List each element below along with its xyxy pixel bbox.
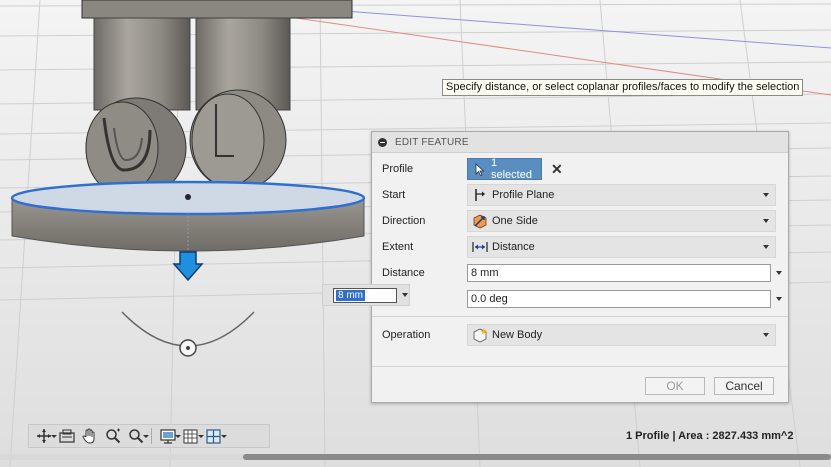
collapse-icon[interactable] — [378, 137, 387, 147]
one-side-icon — [472, 213, 488, 229]
dialog-title: EDIT FEATURE — [395, 136, 469, 148]
top-body — [81, 0, 353, 19]
tooltip: Specify distance, or select coplanar pro… — [442, 79, 804, 96]
distance-label: Distance — [382, 267, 425, 279]
zoom-icon[interactable] — [101, 426, 124, 446]
navigation-toolbar — [28, 424, 270, 448]
display-settings-icon[interactable] — [156, 426, 181, 446]
distance-input[interactable]: 8 mm — [467, 264, 771, 282]
start-value: Profile Plane — [492, 189, 555, 201]
pan-hand-icon[interactable] — [78, 426, 101, 446]
angle-input[interactable]: 0.0 deg — [467, 290, 771, 308]
direction-row: Direction One Side — [382, 210, 776, 232]
profile-label: Profile — [382, 163, 414, 175]
extent-row: Extent Distance — [382, 236, 776, 258]
profile-selection-text: 1 selected — [490, 157, 532, 181]
operation-dropdown[interactable]: New Body — [467, 324, 776, 346]
chevron-down-icon — [763, 193, 769, 197]
profile-row: Profile 1 selected ✕ — [382, 157, 776, 181]
chevron-down-icon — [763, 245, 769, 249]
new-body-icon — [472, 327, 488, 343]
start-dropdown[interactable]: Profile Plane — [467, 184, 776, 206]
ok-button[interactable]: OK — [645, 377, 705, 395]
operation-label: Operation — [382, 329, 431, 341]
viewports-icon[interactable] — [202, 426, 227, 446]
cursor-arrow-icon — [472, 162, 488, 176]
start-label: Start — [382, 189, 406, 201]
angle-handle-icon[interactable] — [179, 339, 197, 357]
edit-feature-dialog: EDIT FEATURE Profile 1 selected ✕ Start … — [371, 131, 789, 403]
viewport-distance-input[interactable]: 8 mm — [322, 284, 410, 306]
viewport-distance-box[interactable]: 8 mm — [333, 288, 397, 303]
direction-label: Direction — [382, 215, 426, 227]
fit-zoom-icon[interactable] — [124, 426, 149, 446]
left-pillar — [93, 17, 191, 111]
operation-value: New Body — [492, 329, 543, 341]
cancel-button[interactable]: Cancel — [714, 377, 774, 395]
direction-dropdown[interactable]: One Side — [467, 210, 776, 232]
distance-row: Distance 8 mm — [382, 262, 782, 284]
angle-row: Angle 0.0 deg — [382, 288, 782, 310]
viewport-distance-value: 8 mm — [336, 290, 365, 301]
chevron-down-icon — [763, 333, 769, 337]
divider — [372, 366, 788, 367]
status-text: 1 Profile | Area : 2827.433 mm^2 — [626, 430, 794, 442]
toolbar-separator — [151, 428, 152, 444]
distance-icon — [472, 239, 488, 255]
chevron-down-icon — [763, 219, 769, 223]
profile-plane-icon — [472, 187, 488, 203]
look-at-icon[interactable] — [55, 426, 78, 446]
direction-value: One Side — [492, 215, 538, 227]
start-row: Start Profile Plane — [382, 184, 776, 206]
chevron-down-icon[interactable] — [776, 271, 782, 275]
clear-selection-icon[interactable]: ✕ — [551, 161, 563, 177]
chevron-down-icon[interactable] — [402, 293, 408, 297]
divider — [372, 316, 788, 317]
horizontal-scrollbar-thumb[interactable] — [243, 454, 831, 460]
profile-selection-button[interactable]: 1 selected — [467, 157, 542, 181]
extent-dropdown[interactable]: Distance — [467, 236, 776, 258]
dialog-header[interactable]: EDIT FEATURE — [372, 132, 788, 153]
chevron-down-icon[interactable] — [776, 297, 782, 301]
extent-label: Extent — [382, 241, 414, 253]
grid-snaps-icon[interactable] — [179, 426, 204, 446]
operation-row: Operation New Body — [382, 324, 776, 346]
orbit-icon[interactable] — [32, 426, 57, 446]
extent-value: Distance — [492, 241, 535, 253]
